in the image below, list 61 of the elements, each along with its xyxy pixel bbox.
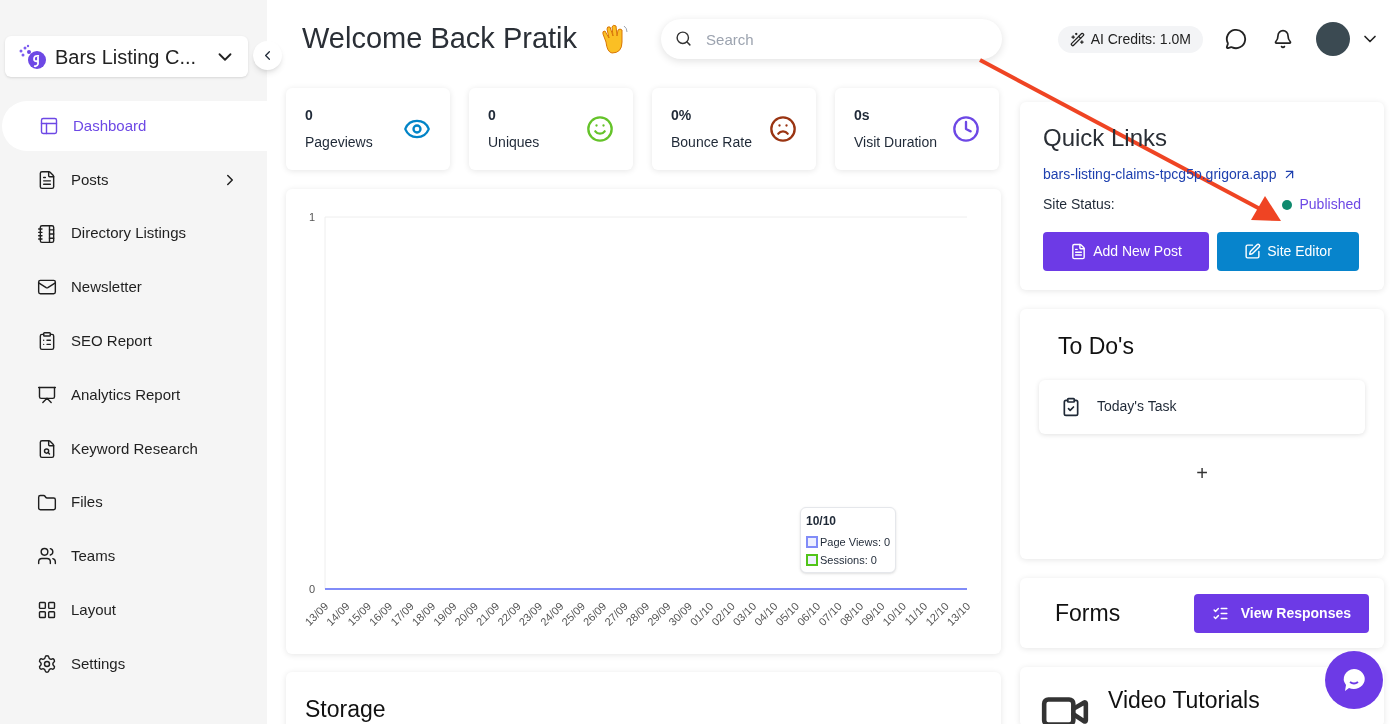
document-icon	[37, 169, 57, 190]
tooltip-title: 10/10	[806, 513, 838, 530]
card-title: Video Tutorials	[1108, 686, 1260, 715]
axis-tick-label: 1	[308, 211, 315, 223]
nav-item[interactable]: Directory Listings	[0, 208, 267, 259]
clock-icon	[952, 115, 980, 143]
users-icon	[37, 546, 57, 567]
nav-item[interactable]: Teams	[0, 531, 267, 582]
add-post-button[interactable]: Add New Post	[1043, 232, 1209, 271]
monitor-chart-icon	[37, 385, 57, 405]
smile-icon	[586, 115, 614, 143]
tooltip-row-text: Page Views: 0	[820, 535, 891, 550]
notebook-icon	[37, 223, 57, 244]
nav-item[interactable]: Files	[0, 477, 267, 528]
page-title: Welcome Back Pratik	[302, 21, 578, 57]
stat-label: Visit Duration	[854, 133, 938, 152]
nav-item[interactable]: Layout	[0, 585, 267, 636]
search-field[interactable]: Search	[661, 19, 1003, 59]
notification-icon[interactable]	[1273, 29, 1293, 49]
todo-item[interactable]: Today's Task	[1039, 379, 1365, 434]
file-search-icon	[37, 438, 57, 459]
stat-value: 0%	[671, 106, 693, 125]
site-switcher[interactable]: Bars Listing C...	[5, 36, 248, 77]
card-title: Forms	[1055, 598, 1122, 628]
avatar[interactable]	[1316, 22, 1350, 56]
add-todo-button[interactable]: +	[1192, 457, 1212, 488]
frown-icon	[769, 115, 797, 143]
stat-label: Uniques	[488, 133, 541, 152]
clipboard-check-icon	[1061, 396, 1081, 417]
axis-tick-label: 0	[308, 583, 315, 595]
grid-icon	[37, 600, 57, 621]
clipboard-chart-icon	[37, 331, 57, 352]
view-responses-button[interactable]: View Responses	[1193, 593, 1369, 633]
ai-credits-badge: AI Credits: 1.0M	[1057, 25, 1203, 53]
stat-label: Bounce Rate	[671, 133, 753, 152]
search-icon	[675, 30, 693, 47]
stat-value: 0	[488, 106, 497, 125]
magic-wand-icon	[1069, 31, 1085, 47]
status-value: Published	[1299, 195, 1361, 214]
nav-item[interactable]: Keyword Research	[0, 423, 267, 474]
nav-item[interactable]: Posts	[0, 154, 267, 205]
nav-item[interactable]: Newsletter	[0, 262, 267, 313]
nav-item[interactable]: SEO Report	[0, 316, 267, 367]
site-editor-button[interactable]: Site Editor	[1217, 232, 1359, 271]
nav-item[interactable]: Analytics Report	[0, 370, 267, 420]
stat-value: 0	[305, 106, 314, 125]
nav-item[interactable]: Settings	[0, 638, 267, 689]
card-title: Storage	[305, 695, 387, 724]
nav-item[interactable]: Dashboard	[2, 101, 267, 151]
document-icon	[1070, 243, 1088, 260]
dashboard-icon	[39, 116, 59, 136]
edit-icon	[1244, 243, 1262, 260]
settings-icon	[37, 653, 57, 674]
tooltip-row-text: Sessions: 0	[820, 552, 877, 568]
folder-icon	[37, 492, 57, 513]
status-label: Site Status:	[1043, 195, 1116, 214]
card-title: To Do's	[1058, 332, 1135, 361]
stat-value: 0s	[854, 106, 871, 125]
chat-widget-button[interactable]	[1325, 651, 1383, 709]
chat-icon[interactable]	[1225, 28, 1247, 50]
stat-label: Pageviews	[305, 133, 374, 152]
